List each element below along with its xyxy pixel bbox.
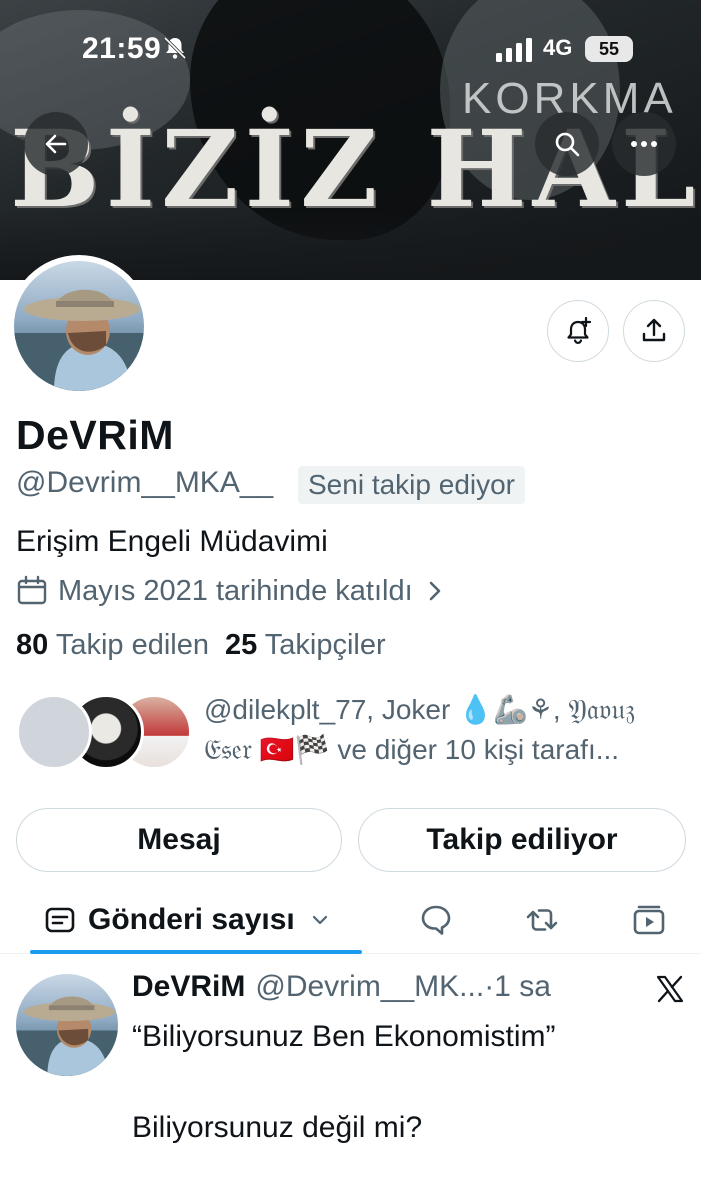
profile-bio: Erişim Engeli Müdavimi	[16, 525, 328, 558]
avatar	[16, 694, 92, 770]
followers-you-know-text[interactable]: @dilekplt_77, Joker 💧🦾⚘, 𝔜𝔞𝔳𝔲𝔷 𝔈𝔰𝔢𝔯 🇹🇷🏁 …	[204, 690, 690, 770]
bell-muted-icon	[163, 36, 187, 60]
bell-plus-icon	[567, 316, 592, 345]
following-link[interactable]: 80 Takip edilen	[16, 629, 209, 661]
profile-avatar[interactable]	[8, 255, 150, 397]
post-author-name[interactable]: DeVRiM	[132, 970, 245, 1004]
post-author-handle[interactable]: @Devrim__MK...	[255, 970, 484, 1004]
active-tab-indicator	[30, 950, 362, 954]
profile-name: DeVRiM	[16, 412, 174, 458]
more-button[interactable]	[612, 112, 676, 176]
more-icon	[631, 141, 657, 147]
post-icon	[45, 907, 75, 933]
search-icon	[555, 132, 580, 157]
joined-text: Mayıs 2021 tarihinde katıldı	[58, 574, 413, 607]
avatar-photo	[14, 289, 144, 391]
back-button[interactable]	[24, 112, 88, 176]
chevron-down-icon	[312, 915, 327, 925]
banner-headline: BİZİZ HALK	[10, 106, 701, 231]
x-logo-icon[interactable]	[655, 974, 685, 1004]
tab-posts[interactable]: Gönderi sayısı	[44, 900, 329, 940]
post-timestamp[interactable]: ·1 sa	[484, 970, 551, 1004]
followers-label: Takipçiler	[264, 629, 386, 661]
following-button[interactable]: Takip ediliyor	[358, 808, 686, 872]
post-avatar[interactable]	[16, 974, 118, 1076]
post-text-line: Biliyorsunuz değil mi?	[132, 1111, 423, 1144]
joined-date[interactable]: Mayıs 2021 tarihinde katıldı	[16, 572, 445, 610]
status-time: 21:59	[82, 32, 162, 65]
chat-bubble-icon[interactable]	[418, 902, 454, 938]
arrow-left-icon	[45, 134, 67, 154]
profile-handle: @Devrim__MKA__	[16, 466, 274, 499]
following-count: 80	[16, 629, 49, 661]
followers-count: 25	[224, 629, 258, 661]
status-bar: 21:59 4G 55	[0, 32, 701, 72]
calendar-icon	[17, 575, 47, 605]
notify-button[interactable]	[547, 300, 609, 362]
tab-posts-label: Gönderi sayısı	[88, 903, 295, 936]
repost-icon[interactable]	[524, 902, 560, 938]
followers-you-know-avatars[interactable]	[16, 694, 192, 772]
avatar-image	[14, 261, 144, 391]
avatar-photo	[16, 996, 118, 1076]
follow-stats: 80 Takip edilen 25 Takipçiler	[16, 629, 386, 662]
message-button[interactable]: Mesaj	[16, 808, 342, 872]
search-button[interactable]	[535, 112, 599, 176]
network-type: 4G	[543, 35, 573, 60]
media-icon[interactable]	[631, 902, 667, 938]
share-icon	[642, 318, 666, 342]
post-text-line: “Biliyorsunuz Ben Ekonomistim”	[132, 1020, 556, 1053]
post-header: DeVRiM @Devrim__MK... ·1 sa	[132, 970, 652, 1010]
follows-you-badge: Seni takip ediyor	[298, 466, 526, 504]
followers-you-know-line: 𝔈𝔰𝔢𝔯 🇹🇷🏁 ve diğer 10 kişi tarafı...	[204, 734, 620, 765]
followers-link[interactable]: 25 Takipçiler	[225, 629, 386, 661]
followers-you-know-line: @dilekplt_77, Joker 💧🦾⚘, 𝔜𝔞𝔳𝔲𝔷	[204, 694, 636, 725]
battery-indicator: 55	[585, 36, 633, 62]
chevron-right-icon	[429, 581, 440, 601]
signal-icon	[496, 38, 532, 62]
profile-tabs: Gönderi sayısı	[0, 888, 701, 954]
share-button[interactable]	[623, 300, 685, 362]
following-label: Takip edilen	[55, 629, 209, 661]
